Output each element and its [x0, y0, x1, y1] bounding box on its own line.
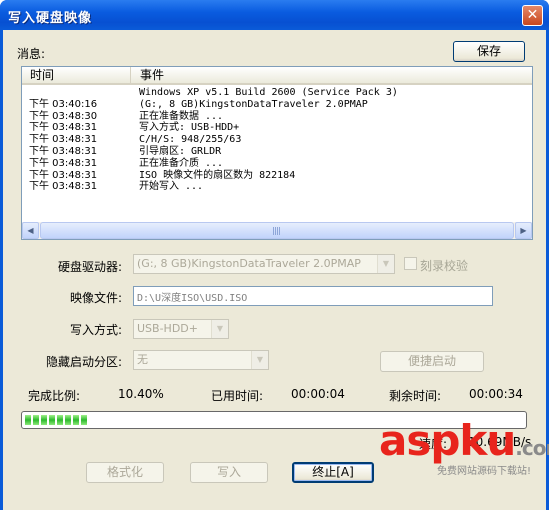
chevron-down-icon[interactable]: ▼ — [251, 351, 268, 369]
log-row-time: 下午 03:48:31 — [29, 181, 98, 193]
percent-label: 完成比例: — [28, 389, 81, 403]
scrollbar-thumb[interactable] — [40, 222, 514, 239]
log-row[interactable]: 下午 03:40:16 (G:, 8 GB)KingstonDataTravele… — [22, 99, 532, 111]
quick-boot-button[interactable]: 便捷启动 — [380, 351, 484, 372]
log-list[interactable]: 时间 事件 Windows XP v5.1 Build 2600 (Servic… — [21, 66, 533, 240]
progress-segment — [33, 415, 39, 425]
scroll-right-icon[interactable]: ▶ — [515, 222, 532, 239]
write-button[interactable]: 写入 — [190, 462, 268, 483]
log-row-time: 下午 03:48:31 — [29, 169, 98, 181]
hidden-partition-label: 隐藏启动分区: — [46, 355, 123, 369]
log-row-time: 下午 03:48:31 — [29, 122, 98, 134]
scroll-left-icon[interactable]: ◀ — [22, 222, 39, 239]
drive-label: 硬盘驱动器: — [58, 260, 123, 274]
grip-icon — [273, 227, 281, 235]
log-row-time: 下午 03:48:31 — [29, 157, 98, 169]
log-row-event: 写入方式: USB-HDD+ — [139, 122, 240, 134]
log-row-time: 下午 03:48:31 — [29, 134, 98, 146]
drive-select[interactable]: (G:, 8 GB)KingstonDataTraveler 2.0PMAP ▼ — [133, 254, 395, 274]
image-file-field[interactable] — [133, 286, 493, 306]
watermark-logo: aspku.com 免费网站源码下载站! — [379, 418, 549, 480]
progress-segment — [81, 415, 87, 425]
log-row-time: 下午 03:48:31 — [29, 145, 98, 157]
progress-segment — [65, 415, 71, 425]
log-row-event: C/H/S: 948/255/63 — [139, 134, 242, 146]
remaining-label: 剩余时间: — [389, 389, 442, 403]
horizontal-scrollbar[interactable]: ◀ ▶ — [22, 222, 532, 239]
write-method-value: USB-HDD+ — [137, 322, 198, 335]
progress-segment — [41, 415, 47, 425]
column-header-time[interactable]: 时间 — [22, 67, 131, 84]
log-row-event: (G:, 8 GB)KingstonDataTraveler 2.0PMAP — [139, 98, 368, 110]
write-method-label: 写入方式: — [70, 323, 123, 337]
log-row[interactable]: 下午 03:48:31 正在准备介质 ... — [22, 158, 532, 170]
app-window: 写入硬盘映像 ✕ 消息: 保存 时间 事件 Windows XP v5.1 Bu… — [0, 0, 549, 510]
chevron-down-icon[interactable]: ▼ — [377, 255, 394, 273]
progress-fill — [25, 415, 87, 425]
log-row-event: Windows XP v5.1 Build 2600 (Service Pack… — [139, 87, 398, 98]
percent-value: 10.40% — [118, 387, 164, 401]
log-row[interactable]: 下午 03:48:31 开始写入 ... — [22, 181, 532, 193]
write-method-select[interactable]: USB-HDD+ ▼ — [133, 319, 229, 339]
stop-button[interactable]: 终止[A] — [292, 462, 374, 483]
log-row-event: 引导扇区: GRLDR — [139, 145, 222, 157]
image-file-label: 映像文件: — [70, 291, 123, 305]
log-row[interactable]: Windows XP v5.1 Build 2600 (Service Pack… — [22, 87, 532, 99]
log-row-event: 开始写入 ... — [139, 181, 204, 193]
log-row-time: 下午 03:40:16 — [29, 98, 98, 110]
verify-checkbox[interactable] — [404, 257, 417, 270]
progress-segment — [73, 415, 79, 425]
hidden-partition-select[interactable]: 无 ▼ — [133, 350, 269, 370]
log-list-header: 时间 事件 — [22, 67, 532, 85]
drive-select-value: (G:, 8 GB)KingstonDataTraveler 2.0PMAP — [137, 257, 361, 270]
log-row[interactable]: 下午 03:48:31 C/H/S: 948/255/63 — [22, 134, 532, 146]
log-row-time: 下午 03:48:30 — [29, 110, 98, 122]
elapsed-label: 已用时间: — [211, 389, 264, 403]
image-file-input[interactable] — [134, 287, 492, 305]
log-row[interactable]: 下午 03:48:31 ISO 映像文件的扇区数为 822184 — [22, 170, 532, 182]
verify-label: 刻录校验 — [420, 259, 469, 273]
format-button[interactable]: 格式化 — [86, 462, 164, 483]
title-bar[interactable]: 写入硬盘映像 ✕ — [0, 0, 549, 30]
hidden-partition-value: 无 — [137, 353, 148, 366]
close-button[interactable]: ✕ — [522, 5, 543, 26]
elapsed-value: 00:00:04 — [291, 387, 345, 401]
close-icon: ✕ — [526, 7, 539, 23]
chevron-down-icon[interactable]: ▼ — [211, 320, 228, 338]
watermark-subtitle: 免费网站源码下载站! — [437, 466, 532, 477]
log-row[interactable]: 下午 03:48:31 引导扇区: GRLDR — [22, 146, 532, 158]
progress-segment — [25, 415, 31, 425]
progress-segment — [49, 415, 55, 425]
log-rows: Windows XP v5.1 Build 2600 (Service Pack… — [22, 87, 532, 193]
log-row[interactable]: 下午 03:48:31 写入方式: USB-HDD+ — [22, 122, 532, 134]
message-label: 消息: — [17, 47, 46, 61]
window-title: 写入硬盘映像 — [8, 11, 93, 26]
remaining-value: 00:00:34 — [469, 387, 523, 401]
progress-segment — [57, 415, 63, 425]
log-row-event: 正在准备介质 ... — [139, 157, 224, 169]
log-row-event: 正在准备数据 ... — [139, 110, 224, 122]
save-button[interactable]: 保存 — [453, 41, 525, 62]
log-row[interactable]: 下午 03:48:30 正在准备数据 ... — [22, 111, 532, 123]
column-header-event[interactable]: 事件 — [132, 67, 532, 84]
log-row-event: ISO 映像文件的扇区数为 822184 — [139, 169, 296, 181]
